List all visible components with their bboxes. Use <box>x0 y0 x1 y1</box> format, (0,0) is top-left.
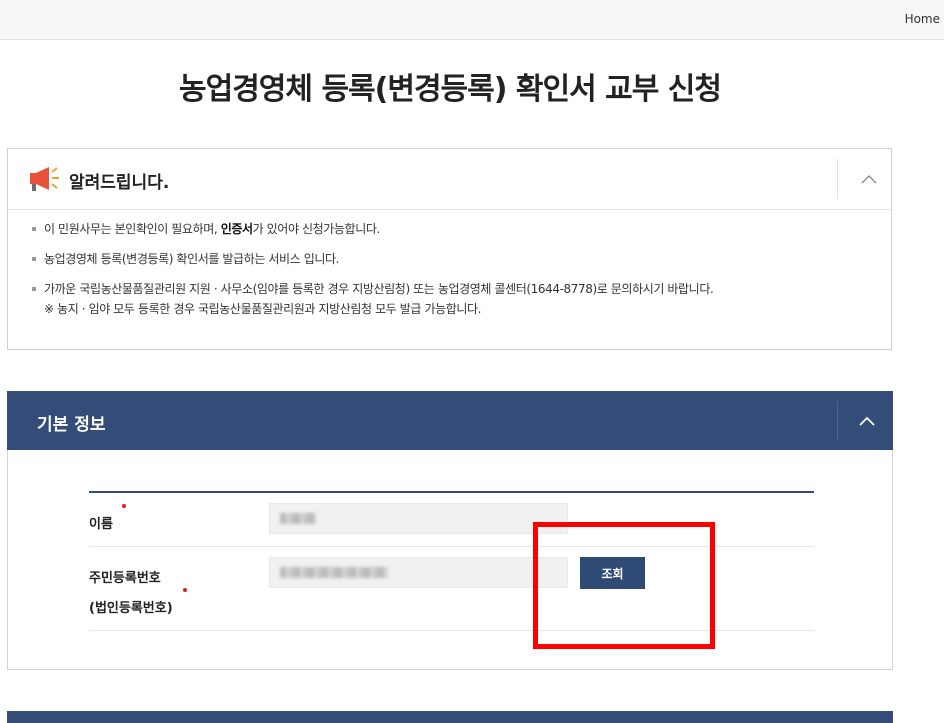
name-input[interactable] <box>269 503 568 534</box>
basic-info-title: 기본 정보 <box>37 415 106 435</box>
notice-item: 이 민원사무는 본인확인이 필요하며, 인증서가 있어야 신청가능합니다. <box>28 219 713 239</box>
masked-name <box>280 513 316 524</box>
masked-rrn <box>280 567 388 578</box>
rrn-input[interactable] <box>269 557 568 588</box>
basic-info-body: 이름 주민등록번호 (법인등록번호) 조회 <box>7 450 893 670</box>
rrn-sub-label: (법인등록번호) <box>89 601 173 616</box>
notice-list: 이 민원사무는 본인확인이 필요하며, 인증서가 있어야 신청가능합니다. 농업… <box>28 219 714 329</box>
basic-info-divider <box>837 401 838 441</box>
chevron-up-icon <box>859 416 875 426</box>
notice-divider <box>837 159 838 199</box>
required-dot <box>122 504 126 508</box>
basic-info-collapse-button[interactable] <box>843 401 891 441</box>
search-button[interactable]: 조회 <box>580 557 645 589</box>
megaphone-icon <box>30 167 59 191</box>
basic-info-header: 기본 정보 <box>7 391 893 450</box>
name-row: 이름 <box>89 493 814 547</box>
name-label: 이름 <box>89 517 113 532</box>
notice-bold-text: 인증서 <box>220 222 253 236</box>
page-title: 농업경영체 등록(변경등록) 확인서 교부 신청 <box>179 72 722 107</box>
next-section-header <box>7 711 893 723</box>
basic-info-form: 이름 주민등록번호 (법인등록번호) 조회 <box>89 491 814 631</box>
notice-item: 가까운 국립농산물품질관리원 지원 · 사무소(임야를 등록한 경우 지방산림청… <box>28 279 714 319</box>
rrn-label: 주민등록번호 <box>89 571 161 586</box>
notice-collapse-button[interactable] <box>847 159 891 199</box>
rrn-row: 주민등록번호 (법인등록번호) 조회 <box>89 547 814 631</box>
notice-header: 알려드립니다. <box>8 149 891 210</box>
notice-subnote: ※ 농지 · 임야 모두 등록한 경우 국립농산물품질관리원과 지방산림청 모두… <box>44 302 482 316</box>
home-link[interactable]: Home <box>905 12 940 26</box>
notice-item: 농업경영체 등록(변경등록) 확인서를 발급하는 서비스 입니다. <box>28 249 713 269</box>
notice-panel: 알려드립니다. 이 민원사무는 본인확인이 필요하며, 인증서가 있어야 신청가… <box>7 148 892 350</box>
required-dot <box>183 588 187 592</box>
notice-title: 알려드립니다. <box>69 173 170 193</box>
top-bar: Home <box>0 0 944 40</box>
chevron-up-icon <box>861 175 877 184</box>
